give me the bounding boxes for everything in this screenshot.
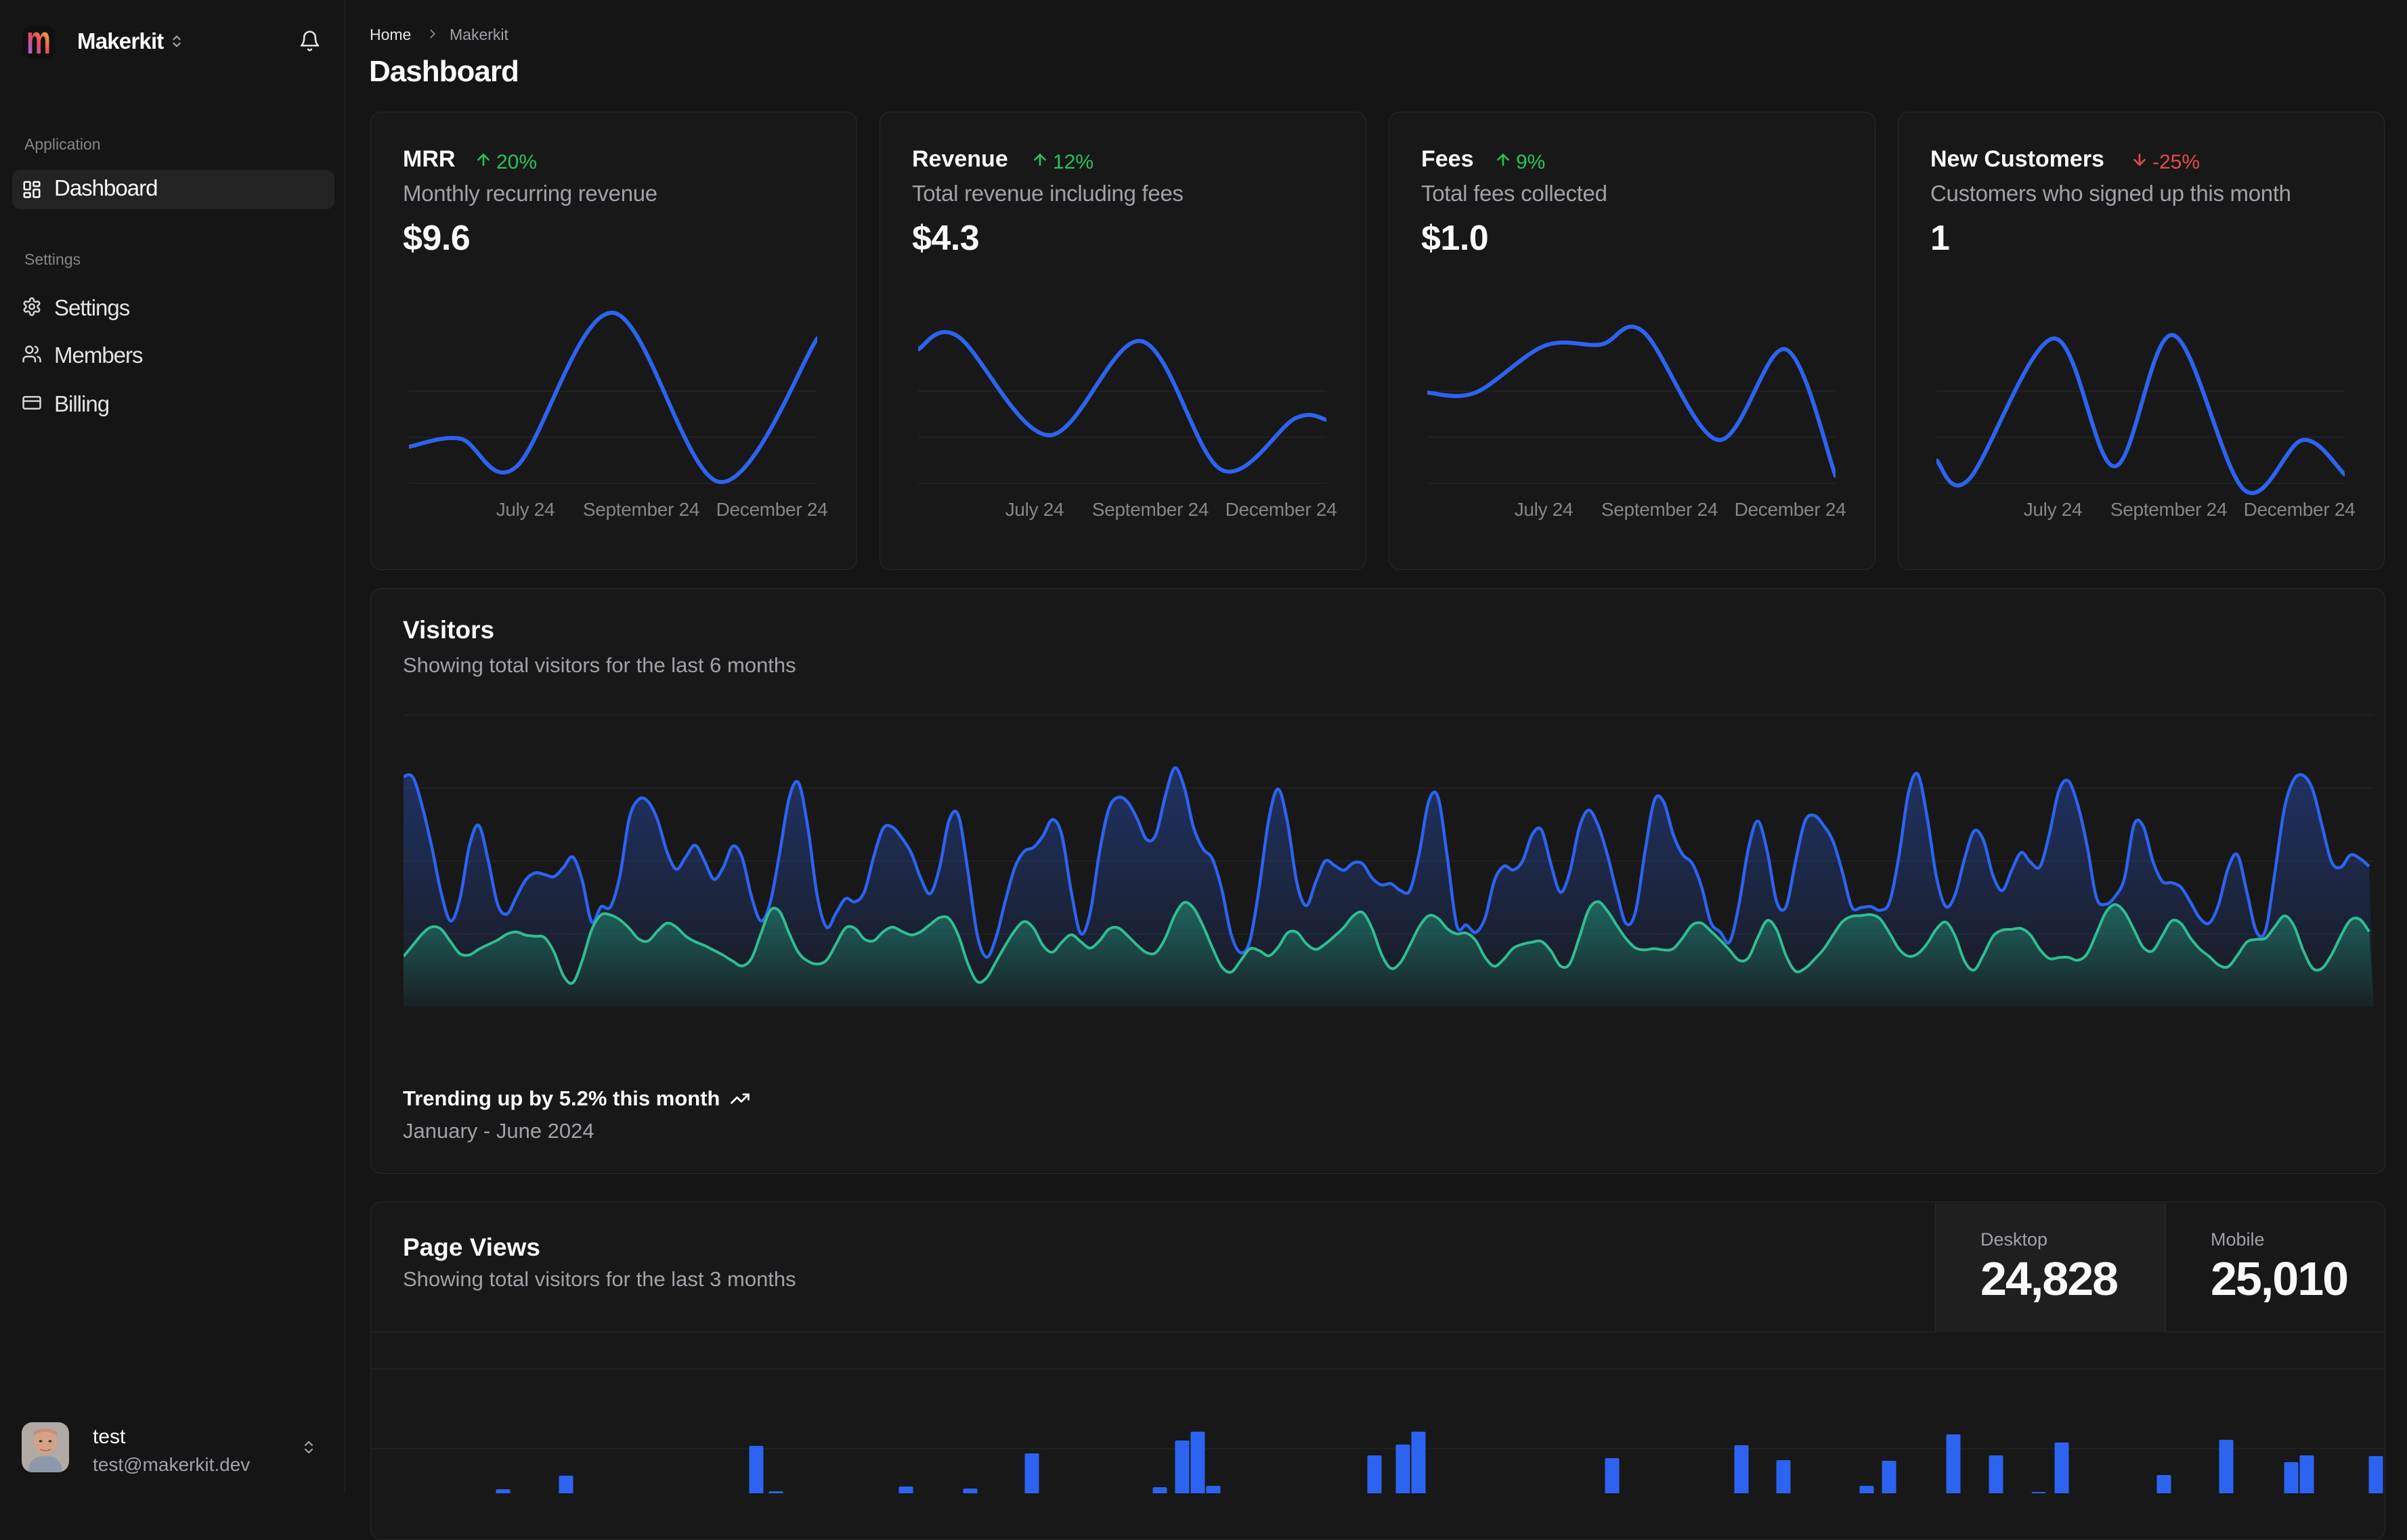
svg-text:m: m <box>26 26 51 58</box>
